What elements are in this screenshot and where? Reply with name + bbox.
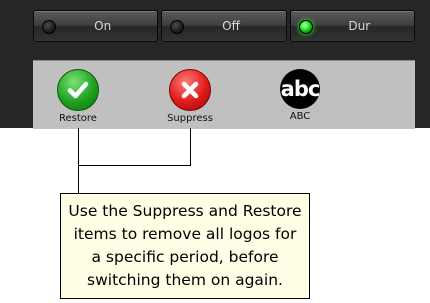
suppress-pointer-line: [190, 128, 191, 166]
pointer-connector-line: [78, 165, 191, 166]
on-button[interactable]: On: [33, 10, 159, 42]
status-led-icon: [42, 20, 56, 34]
cross-icon: [169, 69, 211, 111]
abc-logo-icon: abc: [280, 69, 320, 109]
mode-toolbar: On Off Dur: [33, 10, 415, 42]
on-button-label: On: [94, 19, 112, 33]
status-led-active-icon: [298, 20, 313, 34]
suppress-logo-item[interactable]: Suppress: [155, 69, 225, 124]
app-panel: On Off Dur Restore Suppress abc ABC: [0, 0, 430, 129]
help-callout: Use the Suppress and Restore items to re…: [60, 193, 310, 299]
logo-tray: Restore Suppress abc ABC: [33, 60, 415, 129]
restore-pointer-line: [78, 128, 79, 166]
off-button[interactable]: Off: [161, 10, 287, 42]
status-led-icon: [170, 20, 185, 34]
abc-caption: ABC: [289, 111, 311, 122]
callout-text: Use the Suppress and Restore items to re…: [68, 202, 302, 289]
checkmark-icon: [57, 69, 99, 111]
dur-button-label: Dur: [348, 19, 371, 33]
dur-button[interactable]: Dur: [289, 10, 415, 42]
off-button-label: Off: [222, 19, 240, 33]
callout-pointer-line: [78, 165, 79, 193]
suppress-caption: Suppress: [167, 113, 213, 124]
restore-logo-item[interactable]: Restore: [43, 69, 113, 124]
abc-logo-item[interactable]: abc ABC: [265, 69, 335, 122]
restore-caption: Restore: [59, 113, 97, 124]
